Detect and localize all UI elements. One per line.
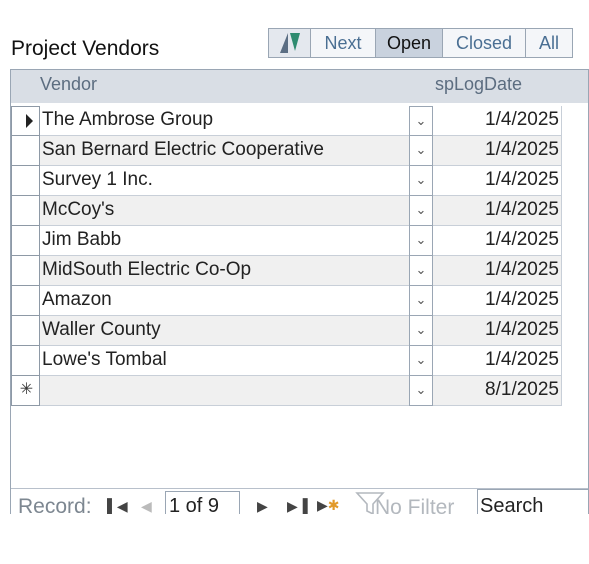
chevron-down-icon[interactable]: ⌄ bbox=[409, 136, 433, 166]
column-header-row: Vendor spLogDate bbox=[11, 70, 588, 103]
column-header-date[interactable]: spLogDate bbox=[435, 74, 522, 95]
record-position-field[interactable]: 1 of 9 bbox=[165, 491, 240, 514]
chevron-down-icon[interactable]: ⌄ bbox=[409, 316, 433, 346]
table-row[interactable]: San Bernard Electric Cooperative ⌄ 1/4/2… bbox=[11, 136, 588, 166]
table-row[interactable]: Jim Babb ⌄ 1/4/2025 bbox=[11, 226, 588, 256]
vendor-cell[interactable]: Amazon bbox=[40, 286, 409, 316]
filter-toggle-button[interactable]: No Filter bbox=[355, 491, 473, 514]
first-record-icon[interactable]: ▌◀ bbox=[107, 498, 128, 514]
filter-tabs: Next Open Closed All bbox=[268, 28, 573, 58]
chevron-down-icon[interactable]: ⌄ bbox=[409, 196, 433, 226]
date-cell[interactable]: 1/4/2025 bbox=[433, 286, 562, 316]
record-selector[interactable] bbox=[11, 256, 40, 286]
record-navigation-bar: Record: ▌◀ ◀ 1 of 9 ▶ ▶▐ ▶✱ No Filter Se… bbox=[11, 488, 588, 514]
form-title: Project Vendors bbox=[11, 37, 160, 60]
tab-closed[interactable]: Closed bbox=[442, 28, 525, 58]
vendor-cell[interactable]: Lowe's Tombal bbox=[40, 346, 409, 376]
tab-open[interactable]: Open bbox=[375, 28, 442, 58]
next-record-icon[interactable]: ▶ bbox=[257, 498, 268, 514]
table-row[interactable]: Lowe's Tombal ⌄ 1/4/2025 bbox=[11, 346, 588, 376]
record-selector[interactable] bbox=[11, 226, 40, 256]
tab-all[interactable]: All bbox=[525, 28, 573, 58]
date-cell[interactable]: 1/4/2025 bbox=[433, 256, 562, 286]
table-row[interactable]: MidSouth Electric Co-Op ⌄ 1/4/2025 bbox=[11, 256, 588, 286]
new-record-row[interactable]: ✳ ⌄ 8/1/2025 bbox=[11, 376, 588, 406]
date-cell[interactable]: 1/4/2025 bbox=[433, 346, 562, 376]
sort-toggle-icon bbox=[279, 33, 300, 53]
chevron-down-icon[interactable]: ⌄ bbox=[409, 256, 433, 286]
table-row[interactable]: The Ambrose Group ⌄ 1/4/2025 bbox=[11, 106, 588, 136]
date-cell[interactable]: 1/4/2025 bbox=[433, 316, 562, 346]
date-cell[interactable]: 8/1/2025 bbox=[433, 376, 562, 406]
date-cell[interactable]: 1/4/2025 bbox=[433, 196, 562, 226]
last-record-icon[interactable]: ▶▐ bbox=[287, 498, 308, 514]
record-selector[interactable]: ✳ bbox=[11, 376, 40, 406]
chevron-down-icon[interactable]: ⌄ bbox=[409, 286, 433, 316]
chevron-down-icon[interactable]: ⌄ bbox=[409, 346, 433, 376]
vendor-cell[interactable]: The Ambrose Group bbox=[40, 106, 409, 136]
search-input[interactable]: Search bbox=[477, 489, 588, 514]
date-cell[interactable]: 1/4/2025 bbox=[433, 226, 562, 256]
chevron-down-icon[interactable]: ⌄ bbox=[409, 376, 433, 406]
vendor-cell[interactable]: Waller County bbox=[40, 316, 409, 346]
table-row[interactable]: McCoy's ⌄ 1/4/2025 bbox=[11, 196, 588, 226]
date-cell[interactable]: 1/4/2025 bbox=[433, 106, 562, 136]
vendor-cell[interactable]: San Bernard Electric Cooperative bbox=[40, 136, 409, 166]
chevron-down-icon[interactable]: ⌄ bbox=[409, 166, 433, 196]
record-rows: The Ambrose Group ⌄ 1/4/2025 San Bernard… bbox=[11, 106, 588, 406]
record-selector[interactable] bbox=[11, 106, 40, 136]
tab-next[interactable]: Next bbox=[310, 28, 375, 58]
record-label: Record: bbox=[18, 495, 92, 514]
vendor-cell[interactable]: Jim Babb bbox=[40, 226, 409, 256]
current-record-icon bbox=[26, 114, 33, 128]
vendor-cell[interactable] bbox=[40, 376, 409, 406]
table-row[interactable]: Amazon ⌄ 1/4/2025 bbox=[11, 286, 588, 316]
record-selector[interactable] bbox=[11, 196, 40, 226]
vendor-cell[interactable]: McCoy's bbox=[40, 196, 409, 226]
column-header-vendor[interactable]: Vendor bbox=[40, 74, 97, 95]
record-selector[interactable] bbox=[11, 136, 40, 166]
new-record-icon: ✳ bbox=[19, 381, 34, 398]
sort-toggle-button[interactable] bbox=[268, 28, 310, 58]
vendor-cell[interactable]: MidSouth Electric Co-Op bbox=[40, 256, 409, 286]
record-selector[interactable] bbox=[11, 346, 40, 376]
vendor-cell[interactable]: Survey 1 Inc. bbox=[40, 166, 409, 196]
date-cell[interactable]: 1/4/2025 bbox=[433, 136, 562, 166]
table-row[interactable]: Waller County ⌄ 1/4/2025 bbox=[11, 316, 588, 346]
previous-record-icon[interactable]: ◀ bbox=[141, 498, 152, 514]
table-row[interactable]: Survey 1 Inc. ⌄ 1/4/2025 bbox=[11, 166, 588, 196]
record-selector[interactable] bbox=[11, 286, 40, 316]
new-record-nav-icon[interactable]: ▶✱ bbox=[317, 497, 340, 514]
vendors-datasheet: Vendor spLogDate The Ambrose Group ⌄ 1/4… bbox=[10, 69, 589, 514]
filter-label: No Filter bbox=[375, 496, 455, 514]
record-selector[interactable] bbox=[11, 316, 40, 346]
record-selector[interactable] bbox=[11, 166, 40, 196]
chevron-down-icon[interactable]: ⌄ bbox=[409, 226, 433, 256]
date-cell[interactable]: 1/4/2025 bbox=[433, 166, 562, 196]
chevron-down-icon[interactable]: ⌄ bbox=[409, 106, 433, 136]
